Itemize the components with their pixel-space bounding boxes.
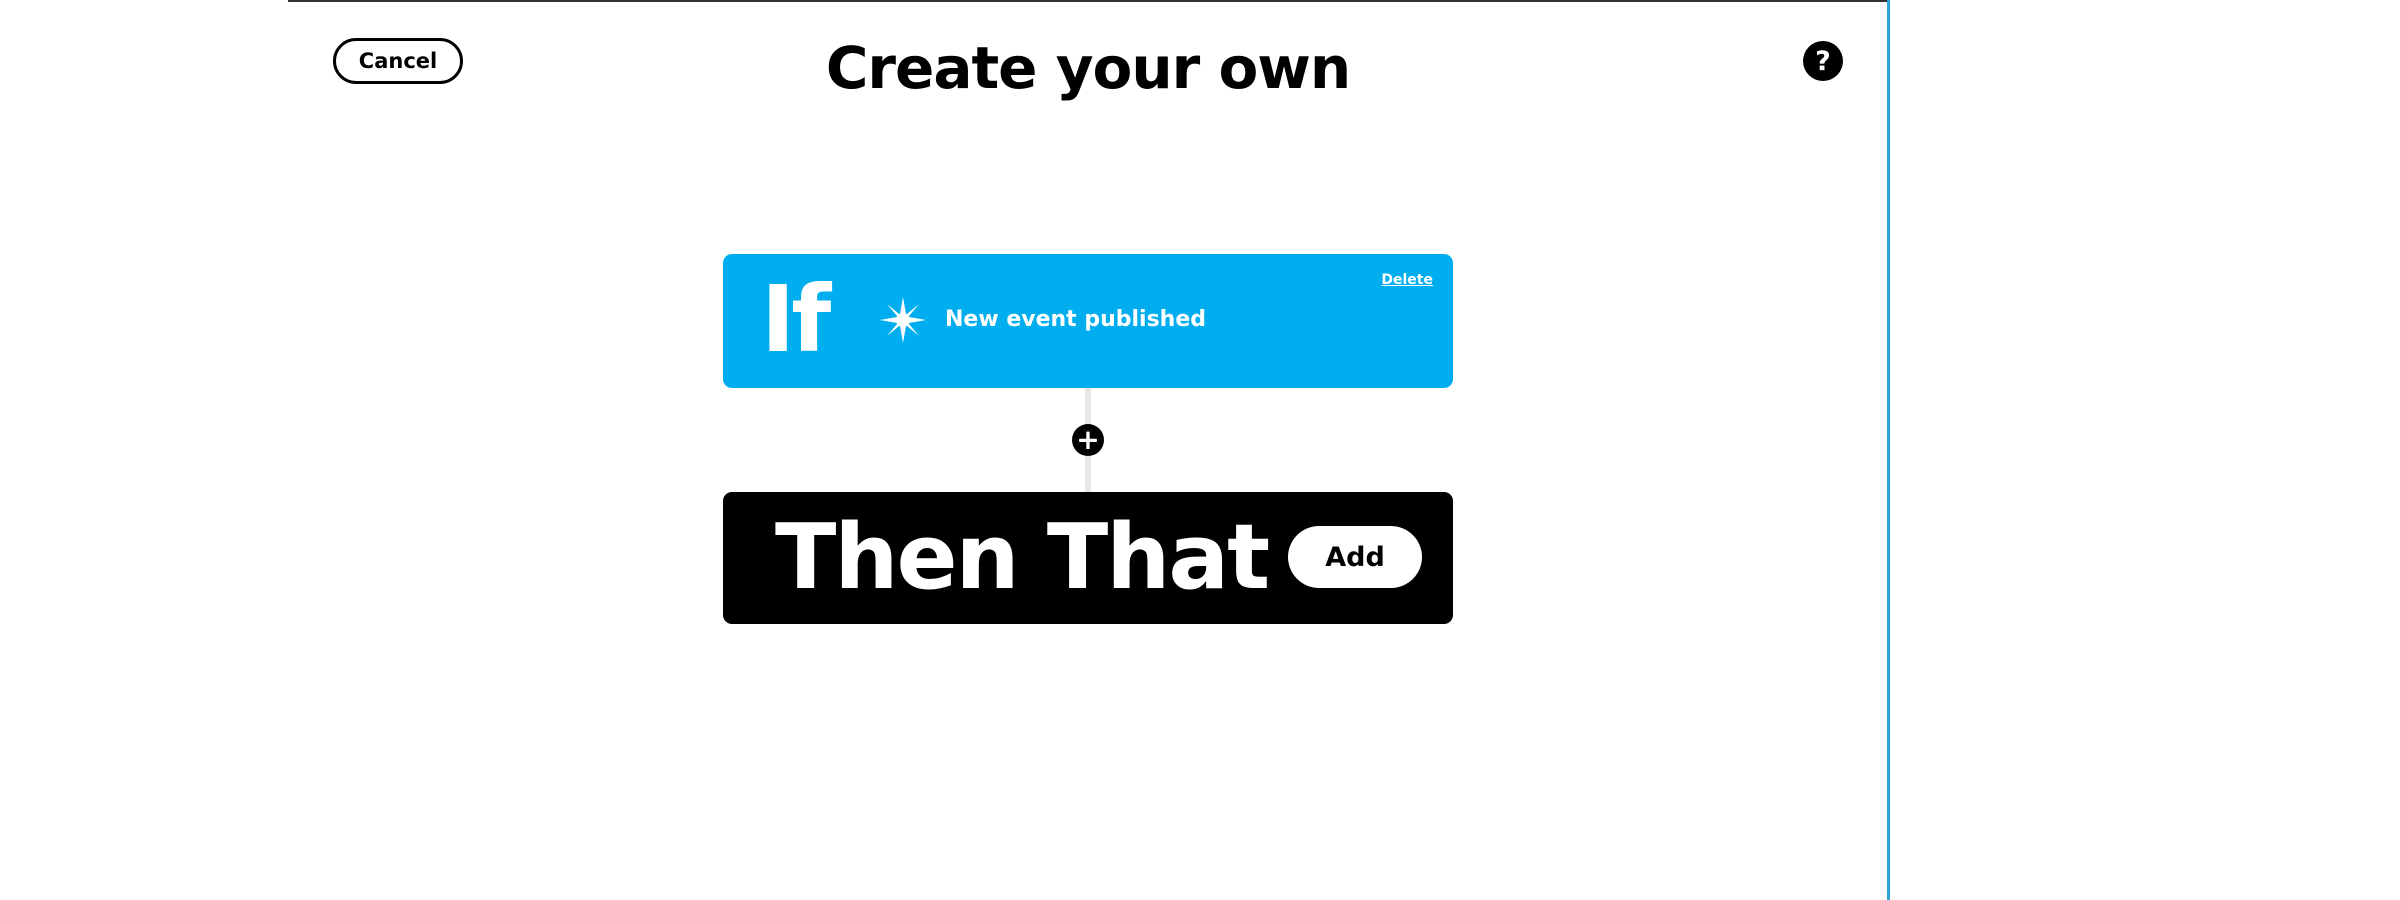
then-action-card: Then That Add — [723, 492, 1453, 624]
page-title: Create your own — [825, 34, 1351, 102]
trigger-label: New event published — [945, 307, 1207, 332]
if-keyword: If — [761, 266, 831, 373]
plus-circle-icon[interactable]: + — [1072, 424, 1104, 456]
cancel-button[interactable]: Cancel — [333, 38, 463, 84]
right-border — [1887, 0, 1890, 900]
if-trigger-card[interactable]: If New event published Delete — [723, 254, 1453, 388]
then-that-keyword: Then That — [775, 505, 1270, 610]
delete-trigger-link[interactable]: Delete — [1381, 272, 1433, 288]
add-action-button[interactable]: Add — [1288, 526, 1422, 588]
top-border — [288, 0, 1888, 2]
applet-builder-page: Cancel Create your own ? If New event pu… — [0, 0, 2400, 900]
question-circle-icon[interactable]: ? — [1803, 41, 1843, 81]
sparkle-burst-icon — [880, 297, 926, 343]
